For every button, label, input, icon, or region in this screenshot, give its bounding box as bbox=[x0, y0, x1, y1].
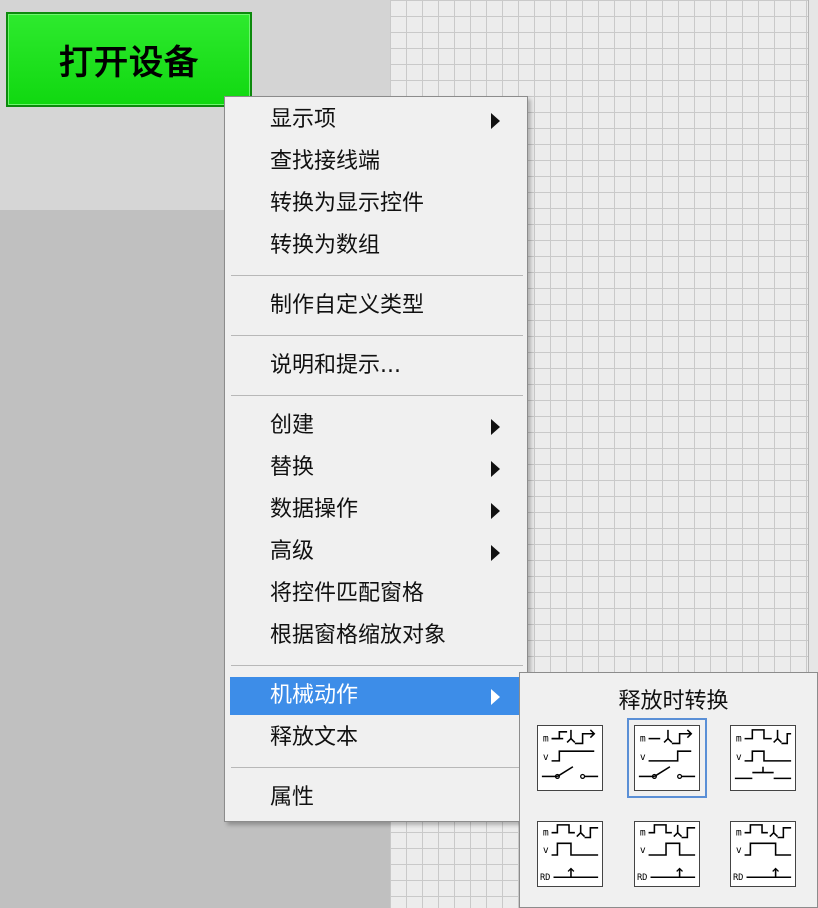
switch-when-pressed-tile[interactable]: m v bbox=[537, 725, 603, 791]
svg-text:m: m bbox=[543, 734, 549, 745]
menu-item-label: 高级 bbox=[270, 539, 315, 564]
menu-item-description-and-tip[interactable]: 说明和提示... bbox=[230, 347, 522, 385]
menu-item-create[interactable]: 创建 bbox=[230, 407, 522, 445]
latch-when-released-tile[interactable]: m v RD bbox=[634, 821, 700, 887]
svg-text:m: m bbox=[640, 734, 646, 745]
menu-item-find-terminal[interactable]: 查找接线端 bbox=[230, 143, 522, 181]
switch-when-released-icon: m v bbox=[638, 729, 696, 779]
menu-separator bbox=[231, 767, 523, 768]
context-menu: 显示项 查找接线端 转换为显示控件 转换为数组 制作自定义类型 说明和提示...… bbox=[224, 96, 528, 822]
submenu-arrow-icon bbox=[491, 419, 500, 435]
svg-text:v: v bbox=[640, 752, 646, 763]
menu-item-visible-items[interactable]: 显示项 bbox=[230, 101, 522, 139]
switch-until-released-icon: m v bbox=[734, 729, 792, 780]
menu-item-change-to-array[interactable]: 转换为数组 bbox=[230, 227, 522, 265]
svg-text:v: v bbox=[736, 845, 742, 856]
latch-until-released-icon: m v RD bbox=[733, 824, 792, 883]
svg-text:m: m bbox=[736, 828, 742, 839]
svg-text:v: v bbox=[736, 752, 742, 763]
menu-item-advanced[interactable]: 高级 bbox=[230, 533, 522, 571]
submenu-arrow-icon bbox=[491, 689, 500, 705]
svg-text:v: v bbox=[543, 752, 549, 763]
svg-text:RD: RD bbox=[733, 873, 744, 883]
menu-item-properties[interactable]: 属性 bbox=[230, 779, 522, 817]
open-device-button-label: 打开设备 bbox=[59, 43, 199, 83]
menu-item-label: 属性 bbox=[270, 785, 315, 810]
menu-item-label: 转换为数组 bbox=[270, 233, 381, 258]
latch-when-pressed-tile[interactable]: m v RD bbox=[537, 821, 603, 887]
svg-text:v: v bbox=[640, 845, 646, 856]
menu-item-label: 将控件匹配窗格 bbox=[270, 581, 425, 606]
menu-item-data-operations[interactable]: 数据操作 bbox=[230, 491, 522, 529]
menu-separator bbox=[231, 665, 523, 666]
menu-item-label: 查找接线端 bbox=[270, 149, 381, 174]
svg-text:RD: RD bbox=[540, 873, 551, 883]
menu-item-mechanical-action[interactable]: 机械动作 bbox=[230, 677, 522, 715]
menu-item-label: 替换 bbox=[270, 455, 315, 480]
mechanical-action-palette: 释放时转换 m v m v m v m v RD m v RD m v RD bbox=[519, 672, 818, 908]
latch-when-released-icon: m v RD bbox=[637, 824, 696, 883]
switch-when-pressed-icon: m v bbox=[541, 729, 599, 779]
menu-item-label: 机械动作 bbox=[270, 683, 359, 708]
menu-item-replace[interactable]: 替换 bbox=[230, 449, 522, 487]
menu-item-label: 根据窗格缩放对象 bbox=[270, 623, 447, 648]
menu-separator bbox=[231, 275, 523, 276]
menu-item-label: 创建 bbox=[270, 413, 315, 438]
menu-item-label: 说明和提示... bbox=[270, 353, 401, 378]
menu-item-label: 释放文本 bbox=[270, 725, 359, 750]
submenu-arrow-icon bbox=[491, 503, 500, 519]
palette-title: 释放时转换 bbox=[618, 689, 729, 714]
menu-item-label: 显示项 bbox=[270, 107, 337, 132]
latch-until-released-tile[interactable]: m v RD bbox=[730, 821, 796, 887]
menu-item-make-type-def[interactable]: 制作自定义类型 bbox=[230, 287, 522, 325]
switch-when-released-tile[interactable]: m v bbox=[627, 718, 707, 798]
menu-item-change-to-indicator[interactable]: 转换为显示控件 bbox=[230, 185, 522, 223]
switch-until-released-tile[interactable]: m v bbox=[730, 725, 796, 791]
menu-item-label: 制作自定义类型 bbox=[270, 293, 425, 318]
menu-item-label: 转换为显示控件 bbox=[270, 191, 425, 216]
svg-text:m: m bbox=[736, 734, 742, 745]
submenu-arrow-icon bbox=[491, 113, 500, 129]
menu-separator bbox=[231, 335, 523, 336]
svg-text:RD: RD bbox=[637, 873, 648, 883]
menu-item-scale-object-with-pane[interactable]: 根据窗格缩放对象 bbox=[230, 617, 522, 655]
menu-item-fit-control-to-pane[interactable]: 将控件匹配窗格 bbox=[230, 575, 522, 613]
svg-text:v: v bbox=[543, 845, 549, 856]
submenu-arrow-icon bbox=[491, 545, 500, 561]
menu-item-release-text[interactable]: 释放文本 bbox=[230, 719, 522, 757]
svg-text:m: m bbox=[543, 828, 549, 839]
open-device-button[interactable]: 打开设备 bbox=[6, 12, 252, 107]
submenu-arrow-icon bbox=[491, 461, 500, 477]
menu-item-label: 数据操作 bbox=[270, 497, 359, 522]
svg-text:m: m bbox=[640, 828, 646, 839]
latch-when-pressed-icon: m v RD bbox=[540, 824, 599, 883]
menu-separator bbox=[231, 395, 523, 396]
